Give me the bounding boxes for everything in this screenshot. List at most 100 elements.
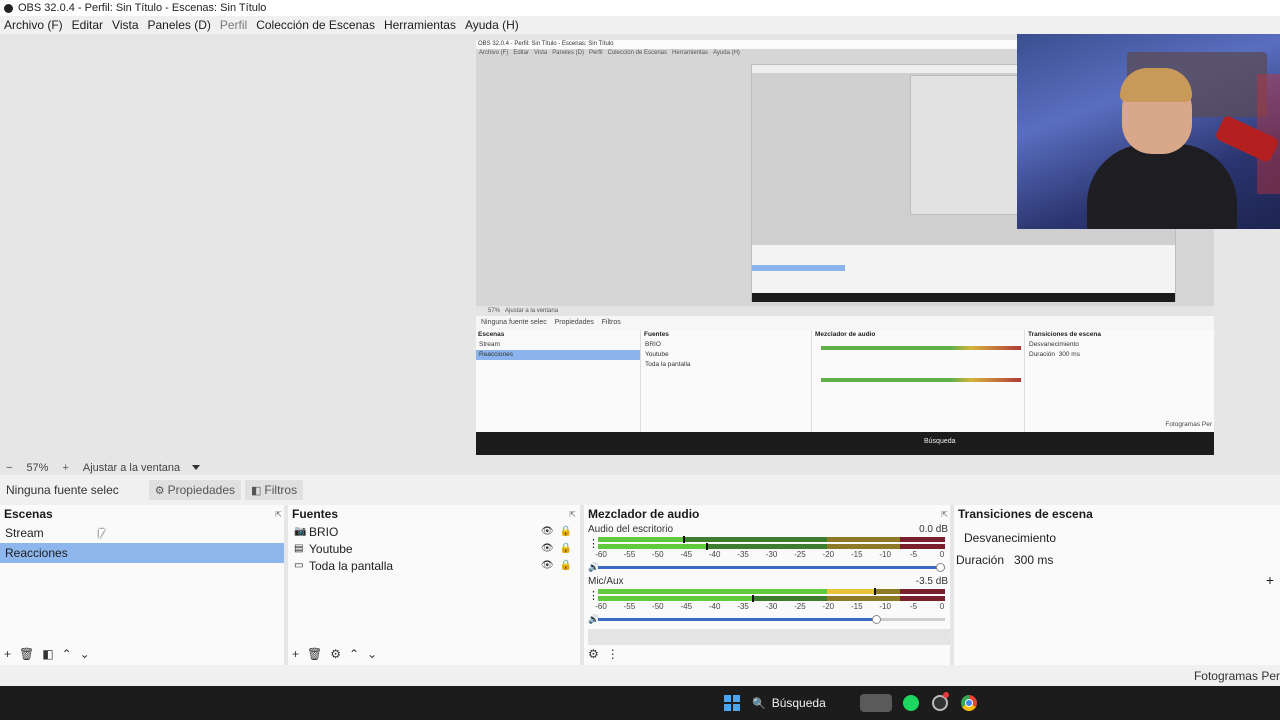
nested-transitions-dock: Transiciones de escena Desvanecimiento D… <box>1026 330 1214 432</box>
zoom-in-button[interactable]: + <box>62 462 68 474</box>
source-item-brio[interactable]: 📷 BRIO 👁 🔒 <box>288 523 580 540</box>
chevron-up-icon[interactable]: ⌃ <box>349 647 359 661</box>
docks-area: Escenas ⇱ Stream Reacciones + 🗑 ◧ ⌃ ⌄ Fu… <box>0 505 1280 665</box>
menu-editar[interactable]: Editar <box>72 18 103 32</box>
nested-menu-item: Archivo (F) <box>479 50 509 56</box>
nested-scenes-title: Escenas <box>478 331 505 338</box>
nested-no-source: Ninguna fuente selec <box>481 319 547 326</box>
spotify-icon[interactable] <box>903 695 919 711</box>
dock-float-icon[interactable]: ⇱ <box>569 510 576 519</box>
meter-tick-label: -45 <box>680 550 693 559</box>
source-label: Toda la pantalla <box>309 558 394 573</box>
filters-button[interactable]: ◧ Filtros <box>245 480 304 500</box>
sources-dock-header: Fuentes ⇱ <box>288 505 580 523</box>
scene-item-stream[interactable]: Stream <box>0 523 286 543</box>
meter-tick-label: -10 <box>879 602 891 611</box>
chevron-down-icon[interactable]: ⌄ <box>80 647 90 661</box>
menu-vista[interactable]: Vista <box>112 18 138 32</box>
add-icon[interactable]: + <box>1266 572 1274 588</box>
eye-icon[interactable]: 👁 <box>541 526 554 537</box>
mixer-title: Mezclador de audio <box>588 507 700 521</box>
meter-tick-label: -25 <box>794 550 806 559</box>
volume-meter <box>598 588 945 602</box>
taskbar-search[interactable]: 🔍 Búsqueda <box>752 693 852 713</box>
meter-tick-label: -55 <box>623 550 636 559</box>
meter-tick-label: -10 <box>879 550 891 559</box>
lock-icon[interactable]: 🔒 <box>560 526 572 537</box>
scene-item-reacciones[interactable]: Reacciones <box>0 543 286 563</box>
nested-mixer-dock: Mezclador de audio <box>813 330 1025 432</box>
source-item-youtube[interactable]: ▤ Youtube 👁 🔒 <box>288 540 580 557</box>
windows-start-icon[interactable] <box>724 695 740 711</box>
transition-select-row: Desvanecimiento <box>954 527 1280 549</box>
mixer-scroll-area <box>588 629 950 645</box>
nested-menu-item: Herramientas <box>672 50 709 56</box>
duration-row: Duración 300 ms <box>954 549 1280 571</box>
source-label: BRIO <box>309 524 339 539</box>
menu-herramientas[interactable]: Herramientas <box>384 18 456 32</box>
nested-context-bar: Ninguna fuente selec Propiedades Filtros <box>476 316 1214 330</box>
trash-icon[interactable]: 🗑 <box>19 647 34 661</box>
advanced-audio-icon[interactable]: ⚙ <box>588 647 599 661</box>
dock-float-icon[interactable]: ⇱ <box>941 510 948 519</box>
eye-icon[interactable]: 👁 <box>541 543 554 554</box>
menu-coleccion-escenas[interactable]: Colección de Escenas <box>256 18 375 32</box>
kebab-menu-icon[interactable]: ⋮ <box>607 647 619 661</box>
add-icon[interactable]: + <box>4 647 11 661</box>
chevron-down-icon[interactable] <box>192 465 201 470</box>
nested-inner-taskbar <box>752 293 1175 302</box>
mixer-toolbar: ⚙ ⋮ <box>584 645 619 663</box>
nested-mixer-title: Mezclador de audio <box>815 331 876 338</box>
nested-transitions-title: Transiciones de escena <box>1028 331 1101 338</box>
menu-archivo[interactable]: Archivo (F) <box>4 18 63 32</box>
chevron-down-icon[interactable]: ⌄ <box>367 647 377 661</box>
nested-sources-dock: Fuentes BRIO Youtube Toda la pantalla <box>642 330 812 432</box>
gear-icon[interactable]: ⚙ <box>330 647 341 661</box>
window-title: OBS 32.0.4 - Perfil: Sin Título - Escena… <box>18 2 267 14</box>
menu-ayuda[interactable]: Ayuda (H) <box>465 18 519 32</box>
nested-menu-item: Paneles (D) <box>552 50 584 56</box>
nested-fit: Ajustar a la ventana <box>505 308 559 314</box>
menu-paneles[interactable]: Paneles (D) <box>148 18 211 32</box>
volume-slider[interactable] <box>598 614 945 624</box>
volume-slider-handle[interactable] <box>936 562 945 572</box>
chrome-icon[interactable] <box>961 695 977 711</box>
speaker-icon[interactable]: 🔊 <box>588 614 599 625</box>
meter-tick-label: -45 <box>680 602 693 611</box>
menu-bar: Archivo (F) Editar Vista Paneles (D) Per… <box>0 16 1280 34</box>
zoom-out-button[interactable]: − <box>6 462 12 474</box>
zoom-value: 57% <box>26 461 49 474</box>
dock-float-icon[interactable]: ⇱ <box>275 510 282 519</box>
meter-tick-label: -5 <box>910 602 918 611</box>
volume-slider-handle[interactable] <box>871 614 881 624</box>
source-item-toda-la-pantalla[interactable]: ▭ Toda la pantalla 👁 🔒 <box>288 557 580 574</box>
chevron-up-icon[interactable]: ⌃ <box>62 647 72 661</box>
widgets-icon[interactable] <box>860 694 892 712</box>
lock-icon[interactable]: 🔒 <box>560 560 572 571</box>
meter-lane-bottom <box>598 543 945 550</box>
scenes-toolbar: + 🗑 ◧ ⌃ ⌄ <box>0 645 90 663</box>
meter-tick-label: -30 <box>765 550 778 559</box>
properties-button[interactable]: ⚙ Propiedades <box>148 480 242 500</box>
nested-menu-item: Perfil <box>588 50 603 56</box>
duration-input[interactable]: 300 ms <box>1014 553 1053 567</box>
lock-icon[interactable]: 🔒 <box>560 543 572 554</box>
kebab-menu-icon[interactable]: ⋮ <box>588 589 599 602</box>
nested-search: Búsqueda <box>924 438 956 445</box>
kebab-menu-icon[interactable]: ⋮ <box>588 537 599 550</box>
meter-tick-label: -40 <box>708 602 721 611</box>
fit-mode-select[interactable]: Ajustar a la ventana <box>83 462 180 474</box>
speaker-icon[interactable]: 🔊 <box>588 562 599 573</box>
trash-icon[interactable]: 🗑 <box>307 647 322 661</box>
source-label: Youtube <box>309 541 353 556</box>
eye-icon[interactable]: 👁 <box>541 560 554 571</box>
obs-logo-icon <box>4 3 13 13</box>
filter-icon[interactable]: ◧ <box>42 647 53 661</box>
transition-select[interactable]: Desvanecimiento <box>960 531 1278 545</box>
volume-slider[interactable] <box>598 562 945 572</box>
add-icon[interactable]: + <box>292 647 299 661</box>
menu-perfil[interactable]: Perfil <box>220 18 247 32</box>
nested-source-item: Youtube <box>645 351 669 358</box>
preview-area[interactable]: OBS 32.0.4 - Perfil: Sin Título - Escena… <box>0 34 1280 460</box>
meter-tick-label: -25 <box>794 602 806 611</box>
